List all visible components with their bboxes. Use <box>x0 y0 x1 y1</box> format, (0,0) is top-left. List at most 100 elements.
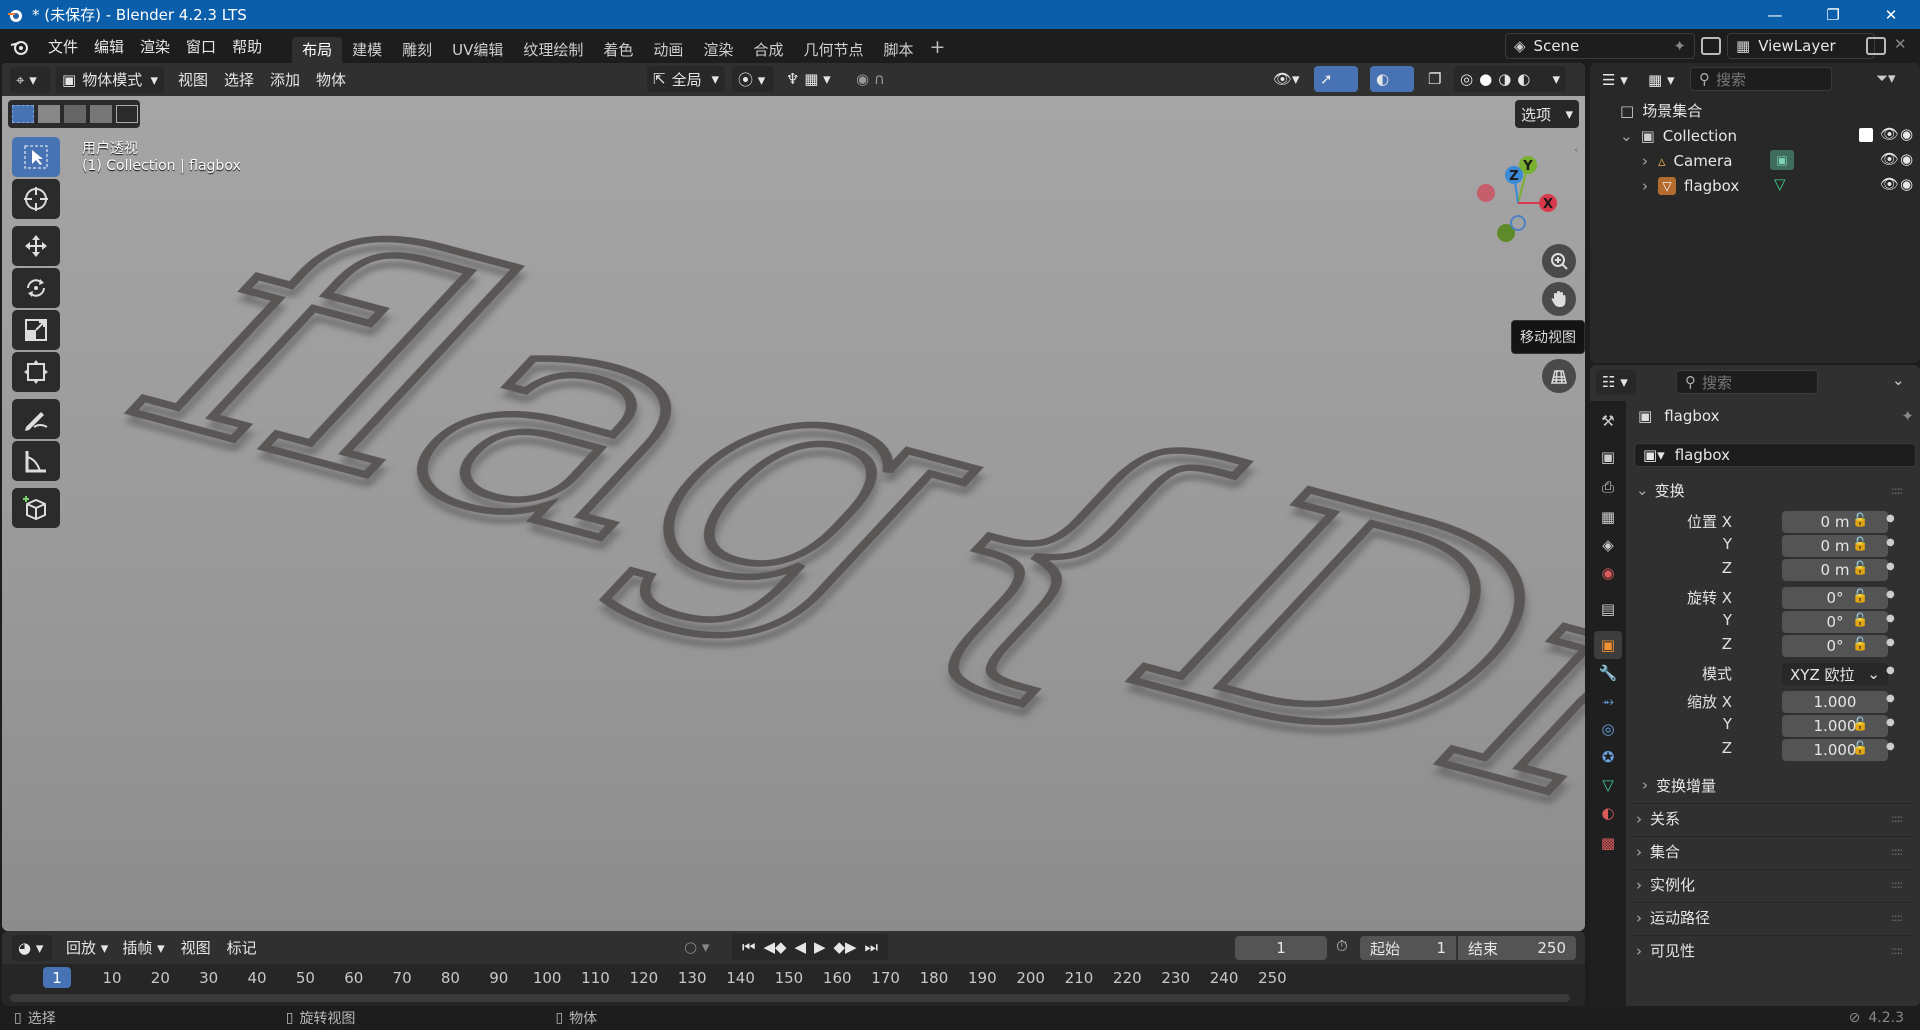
camera-data-icon[interactable]: ▣ <box>1770 150 1794 170</box>
modifier-tab-icon[interactable]: 🔧 <box>1594 659 1622 687</box>
lock-icon[interactable]: 🔓 <box>1852 613 1868 628</box>
keyframe-dot-icon[interactable]: ● <box>1886 589 1895 600</box>
display-mode-icon[interactable]: ▦ ▾ <box>1642 67 1682 93</box>
menu-file[interactable]: 文件 <box>40 34 86 60</box>
camera-view-button[interactable] <box>1542 359 1576 393</box>
neg-x-axis-icon[interactable] <box>1477 184 1495 202</box>
workspace-tab-1[interactable]: 建模 <box>342 37 392 64</box>
outliner-row-collection[interactable]: ⌄ ▣ Collection 👁 ◉ <box>1590 123 1920 148</box>
3d-viewport[interactable]: ⌖ ▾ ▣ 物体模式 ▾ 视图 选择 添加 物体 ⇱ 全局 ▾ ⦿ ▾ ♆ ▦ … <box>2 63 1585 931</box>
tool-tab-icon[interactable]: ⚒ <box>1594 407 1622 435</box>
playback-menu[interactable]: 回放 ▾ <box>60 935 114 961</box>
playhead[interactable]: 1 <box>43 967 71 988</box>
camera-render-icon[interactable]: ◉ <box>1900 175 1913 193</box>
end-frame-field[interactable]: 结束 250 <box>1458 936 1576 960</box>
panel-header-2[interactable]: › 实例化:::: <box>1630 869 1912 899</box>
timer-icon[interactable]: ⏱ <box>1336 937 1348 955</box>
outliner-editor-type-icon[interactable]: ☰ ▾ <box>1596 67 1636 93</box>
restore-button[interactable]: ❐ <box>1804 0 1862 29</box>
timeline-scrollbar[interactable] <box>10 994 1570 1002</box>
timeline-view-menu[interactable]: 视图 <box>175 935 217 961</box>
keyframe-dot-icon[interactable]: ● <box>1886 717 1895 728</box>
workspace-tab-7[interactable]: 渲染 <box>693 37 743 64</box>
scale-x-field[interactable]: 1.000 <box>1782 691 1888 713</box>
drag-handle-icon[interactable]: :::: <box>1891 484 1903 497</box>
drag-handle-icon[interactable]: :::: <box>1891 911 1903 924</box>
rotation-z-field[interactable]: 0° <box>1782 635 1888 657</box>
drag-handle-icon[interactable]: :::: <box>1891 944 1903 957</box>
location-x-field[interactable]: 0 m <box>1782 511 1888 533</box>
delta-transform-header[interactable]: › 变换增量 <box>1642 770 1912 800</box>
camera-render-icon[interactable]: ◉ <box>1900 125 1913 143</box>
lock-icon[interactable]: 🔓 <box>1852 741 1868 756</box>
mesh-data-icon[interactable]: ▽ <box>1774 175 1786 193</box>
sidebar-toggle-icon[interactable]: ‹ <box>1574 143 1584 157</box>
workspace-tab-8[interactable]: 合成 <box>743 37 793 64</box>
delete-view-layer-icon[interactable]: ✕ <box>1894 35 1907 53</box>
material-tab-icon[interactable]: ◐ <box>1594 799 1622 827</box>
timeline-editor-type-icon[interactable]: ◕ ▾ <box>12 934 52 961</box>
camera-render-icon[interactable]: ◉ <box>1900 150 1913 168</box>
workspace-tab-2[interactable]: 雕刻 <box>392 37 442 64</box>
flag-text-mesh[interactable]: flag{Dr <box>55 162 1585 875</box>
minimize-button[interactable]: — <box>1746 0 1804 29</box>
workspace-tab-4[interactable]: 纹理绘制 <box>513 37 593 64</box>
outliner-search-input[interactable]: ⚲ 搜索 <box>1690 67 1832 91</box>
scale-y-field[interactable]: 1.000 <box>1782 715 1888 737</box>
frame-ruler[interactable]: 1 10 20 30 40 50 60 70 80 90 100 110 120 130 140 150 16… <box>2 964 1585 1006</box>
scene-tab-icon[interactable]: ◈ <box>1594 531 1622 559</box>
outliner-row-flagbox[interactable]: › ▽ flagbox ▽ 👁 ◉ <box>1590 173 1920 198</box>
close-window-button[interactable]: ✕ <box>1862 0 1920 29</box>
scene-selector[interactable]: ◈ Scene ✦ <box>1505 33 1695 59</box>
eye-icon[interactable]: 👁 <box>1880 125 1899 143</box>
particles-tab-icon[interactable]: ⥇ <box>1594 687 1622 715</box>
workspace-tab-0[interactable]: 布局 <box>292 37 343 64</box>
location-y-field[interactable]: 0 m <box>1782 535 1888 557</box>
new-view-layer-icon[interactable] <box>1866 37 1886 55</box>
location-z-field[interactable]: 0 m <box>1782 559 1888 581</box>
menu-edit[interactable]: 编辑 <box>86 34 132 60</box>
pan-view-button[interactable] <box>1542 282 1576 316</box>
expand-chevron-icon[interactable]: ⌄ <box>1620 127 1633 145</box>
world-tab-icon[interactable]: ◉ <box>1594 559 1622 587</box>
texture-tab-icon[interactable]: ▩ <box>1594 829 1622 857</box>
current-frame-field[interactable]: 1 <box>1235 936 1327 960</box>
render-tab-icon[interactable]: ▣ <box>1594 443 1622 471</box>
keyframe-dot-icon[interactable]: ● <box>1886 741 1895 752</box>
properties-search-input[interactable]: ⚲ 搜索 <box>1676 370 1818 394</box>
drag-handle-icon[interactable]: :::: <box>1891 878 1903 891</box>
outliner-row-camera[interactable]: › ▵ Camera ▣ 👁 ◉ <box>1590 148 1920 173</box>
workspace-tab-5[interactable]: 着色 <box>593 37 643 64</box>
blender-menu-icon[interactable] <box>0 38 40 56</box>
next-keyframe-icon[interactable]: ◆▶ <box>833 938 856 956</box>
keyframe-dot-icon[interactable]: ● <box>1886 665 1895 676</box>
pin-icon[interactable]: ✦ <box>1673 37 1686 55</box>
rotation-x-field[interactable]: 0° <box>1782 587 1888 609</box>
outliner-row-scene-collection[interactable]: □ 场景集合 <box>1590 98 1920 123</box>
workspace-tab-6[interactable]: 动画 <box>643 37 693 64</box>
object-datablock-field[interactable]: ▣▾ flagbox <box>1634 443 1916 467</box>
zoom-view-button[interactable] <box>1542 244 1576 278</box>
lock-icon[interactable]: 🔓 <box>1852 537 1868 552</box>
data-tab-icon[interactable]: ▽ <box>1594 771 1622 799</box>
keyframe-dot-icon[interactable]: ● <box>1886 613 1895 624</box>
drag-handle-icon[interactable]: :::: <box>1891 812 1903 825</box>
output-tab-icon[interactable]: ⎙ <box>1594 473 1622 501</box>
transform-panel-header[interactable]: ⌄ 变换 :::: <box>1630 475 1912 505</box>
keyframe-dot-icon[interactable]: ● <box>1886 513 1895 524</box>
menu-help[interactable]: 帮助 <box>224 34 270 60</box>
constraints-tab-icon[interactable]: ✪ <box>1594 743 1622 771</box>
panel-header-3[interactable]: › 运动路径:::: <box>1630 902 1912 932</box>
expand-chevron-icon[interactable]: › <box>1642 152 1648 170</box>
lock-icon[interactable]: 🔓 <box>1852 717 1868 732</box>
drag-handle-icon[interactable]: :::: <box>1891 845 1903 858</box>
add-workspace-icon[interactable]: + <box>929 36 945 58</box>
jump-end-icon[interactable]: ⏭ <box>865 938 879 956</box>
panel-header-1[interactable]: › 集合:::: <box>1630 836 1912 866</box>
rotation-mode-dropdown[interactable]: XYZ 欧拉 ⌄ <box>1782 663 1888 685</box>
auto-keying-icon[interactable]: ○ ▾ <box>678 934 718 960</box>
lock-icon[interactable]: 🔓 <box>1852 637 1868 652</box>
eye-icon[interactable]: 👁 <box>1880 150 1899 168</box>
lock-icon[interactable]: 🔓 <box>1852 589 1868 604</box>
lock-icon[interactable]: 🔓 <box>1852 513 1868 528</box>
